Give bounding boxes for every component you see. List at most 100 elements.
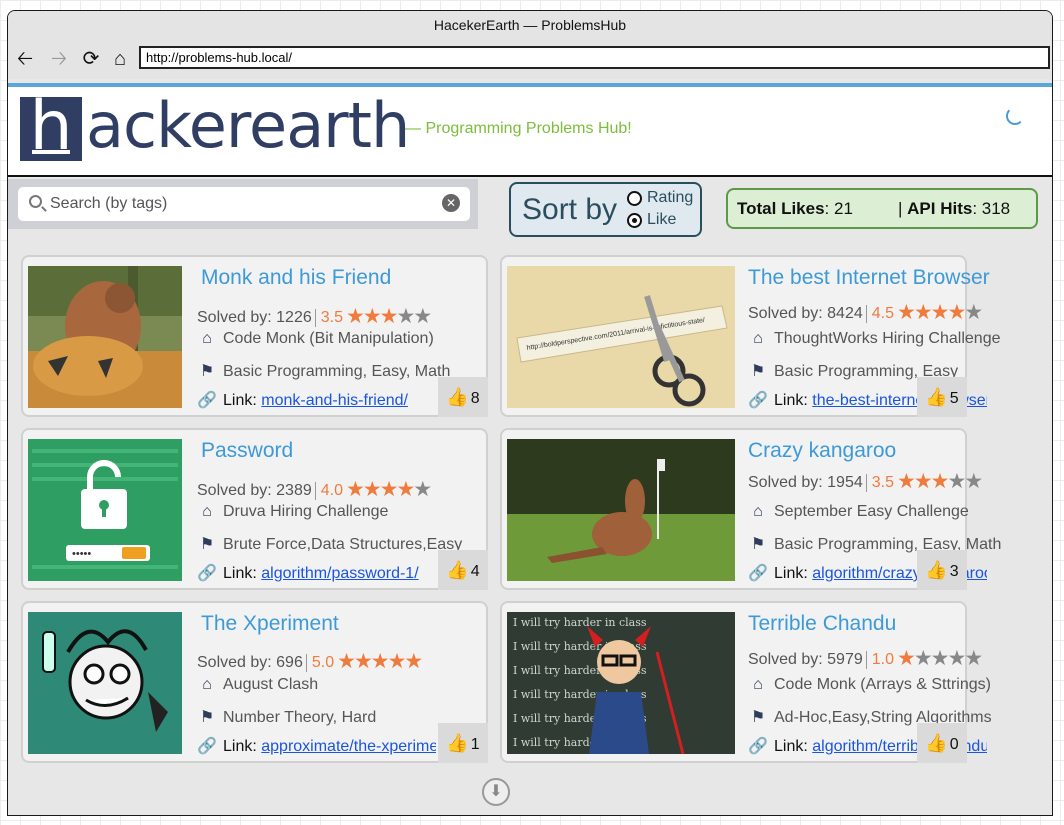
star-empty-icon: ★ <box>947 470 966 493</box>
url-input[interactable] <box>139 46 1050 69</box>
problem-thumbnail[interactable]: ••••• <box>28 439 182 581</box>
star-filled-icon: ★ <box>913 470 933 493</box>
star-filled-icon: ★ <box>362 478 382 501</box>
problem-link[interactable]: monk-and-his-friend/ <box>261 392 408 410</box>
home-icon: ⌂ <box>753 503 763 520</box>
problem-title[interactable]: Password <box>201 439 293 463</box>
star-filled-icon: ★ <box>897 301 916 324</box>
like-count: 8 <box>470 390 480 407</box>
loading-spinner-icon <box>1006 107 1024 125</box>
home-icon[interactable]: ⌂ <box>109 47 131 71</box>
problem-title[interactable]: The Xperiment <box>201 612 339 636</box>
problem-card[interactable]: Monk and his Friend Solved by: 1226 3.5 ★★… <box>21 255 488 417</box>
site-header: h ackerearth — Programming Problems Hub! <box>8 83 1052 177</box>
like-count: 3 <box>949 563 959 580</box>
problem-card[interactable]: ••••• Password Solved by: 2389 4.0 ★★★★★ ⌂… <box>21 428 488 590</box>
problem-card[interactable]: http://boldperspective.com/2011/arrival-… <box>500 255 1000 417</box>
logo-text[interactable]: ackerearth <box>86 89 410 162</box>
link-icon: 🔗 <box>197 392 217 409</box>
contest-row: ⌂ September Easy Challenge <box>748 503 969 521</box>
sort-rating-label[interactable]: Rating <box>647 189 693 207</box>
like-button[interactable]: 👍 0 <box>917 723 967 763</box>
problem-thumbnail[interactable] <box>507 439 735 581</box>
problem-card[interactable]: The Xperiment Solved by: 696 5.0 ★★★★★ ⌂ Au… <box>21 601 488 763</box>
contest-row: ⌂ ThoughtWorks Hiring Challenge <box>748 330 1000 348</box>
tags-row: ⚑ Number Theory, Hard <box>197 707 376 727</box>
star-filled-icon: ★ <box>379 305 399 328</box>
like-count: 1 <box>470 736 480 753</box>
rating-stars: ★★★★★ <box>346 478 432 501</box>
address-bar: 🡠 🡢 ⟳ ⌂ <box>8 41 1052 79</box>
problem-thumbnail[interactable]: http://boldperspective.com/2011/arrival-… <box>507 266 735 408</box>
tag-icon: ⚑ <box>750 363 766 380</box>
solved-row: Solved by: 8424 4.5 ★★★★★ <box>748 301 983 324</box>
like-count: 0 <box>949 736 959 753</box>
star-empty-icon: ★ <box>913 647 933 670</box>
star-empty-icon: ★ <box>964 647 983 670</box>
search-icon <box>29 195 42 208</box>
problem-thumbnail[interactable] <box>28 266 182 408</box>
link-row: 🔗 Link: algorithm/password-1/ <box>197 565 419 583</box>
link-row: 🔗 Link: monk-and-his-friend/ <box>197 392 408 410</box>
tags-row: ⚑ Brute Force,Data Structures,Easy <box>197 534 462 554</box>
sort-rating-radio[interactable] <box>627 191 642 206</box>
solved-row: Solved by: 696 5.0 ★★★★★ <box>197 650 423 673</box>
api-hits-stat: | API Hits: 318 <box>898 199 1011 218</box>
problem-link[interactable]: algorithm/password-1/ <box>261 565 418 583</box>
contest-row: ⌂ Code Monk (Bit Manipulation) <box>197 330 434 348</box>
arrow-down-circle-icon[interactable]: ⬇ <box>482 778 510 806</box>
sort-like-label[interactable]: Like <box>647 211 676 229</box>
solved-row: Solved by: 5979 1.0 ★★★★★ <box>748 647 983 670</box>
forward-arrow-icon[interactable]: 🡢 <box>48 47 70 71</box>
star-filled-icon: ★ <box>404 650 423 673</box>
back-arrow-icon[interactable]: 🡠 <box>14 47 36 71</box>
like-button[interactable]: 👍 8 <box>438 377 488 417</box>
problem-title[interactable]: The best Internet Browser <box>748 266 990 290</box>
problem-title[interactable]: Terrible Chandu <box>748 612 896 636</box>
like-button[interactable]: 👍 4 <box>438 550 488 590</box>
star-filled-icon: ★ <box>346 478 365 501</box>
rating-stars: ★★★★★ <box>897 301 983 324</box>
problem-link[interactable]: approximate/the-xperiment/ <box>261 738 436 756</box>
tag-icon: ⚑ <box>199 363 215 380</box>
star-filled-icon: ★ <box>387 650 407 673</box>
problem-thumbnail[interactable] <box>28 612 182 754</box>
problem-card[interactable]: Crazy kangaroo Solved by: 1954 3.5 ★★★★★ ⌂… <box>500 428 1001 590</box>
link-icon: 🔗 <box>748 565 768 582</box>
search-bar: Search (by tags) ✕ <box>8 179 478 229</box>
sort-like-radio[interactable] <box>627 213 642 228</box>
solved-row: Solved by: 2389 4.0 ★★★★★ <box>197 478 432 501</box>
like-count: 5 <box>949 390 959 407</box>
like-button[interactable]: 👍 3 <box>917 550 967 590</box>
home-icon: ⌂ <box>202 503 212 520</box>
home-icon: ⌂ <box>753 330 763 347</box>
chalk-line: I will try harder in class <box>513 616 647 629</box>
contest-row: ⌂ Code Monk (Arrays & Sttrings) <box>748 676 991 694</box>
link-icon: 🔗 <box>748 738 768 755</box>
total-likes-stat: Total Likes: 21 <box>737 199 853 218</box>
problem-title[interactable]: Crazy kangaroo <box>748 439 896 463</box>
like-button[interactable]: 👍 5 <box>917 377 967 417</box>
problem-thumbnail[interactable]: I will try harder in class I will try ha… <box>507 612 735 754</box>
thumbs-up-icon: 👍 <box>446 733 469 753</box>
rating-stars: ★★★★★ <box>346 305 432 328</box>
site-tagline: — Programming Problems Hub! <box>405 120 632 137</box>
problem-title[interactable]: Monk and his Friend <box>201 266 391 290</box>
star-empty-icon: ★ <box>947 647 966 670</box>
solved-row: Solved by: 1954 3.5 ★★★★★ <box>748 470 983 493</box>
like-button[interactable]: 👍 1 <box>438 723 488 763</box>
star-filled-icon: ★ <box>897 647 916 670</box>
star-filled-icon: ★ <box>930 470 950 493</box>
problem-card[interactable]: I will try harder in class I will try ha… <box>500 601 992 763</box>
reload-icon[interactable]: ⟳ <box>80 47 102 71</box>
star-empty-icon: ★ <box>413 305 432 328</box>
star-filled-icon: ★ <box>947 301 966 324</box>
thumbs-up-icon: 👍 <box>925 733 948 753</box>
contest-row: ⌂ Druva Hiring Challenge <box>197 503 388 521</box>
star-filled-icon: ★ <box>337 650 356 673</box>
star-empty-icon: ★ <box>396 305 415 328</box>
search-placeholder: Search (by tags) <box>50 195 168 212</box>
home-icon: ⌂ <box>202 676 212 693</box>
rating-stars: ★★★★★ <box>897 470 983 493</box>
clear-search-icon[interactable]: ✕ <box>442 194 460 212</box>
